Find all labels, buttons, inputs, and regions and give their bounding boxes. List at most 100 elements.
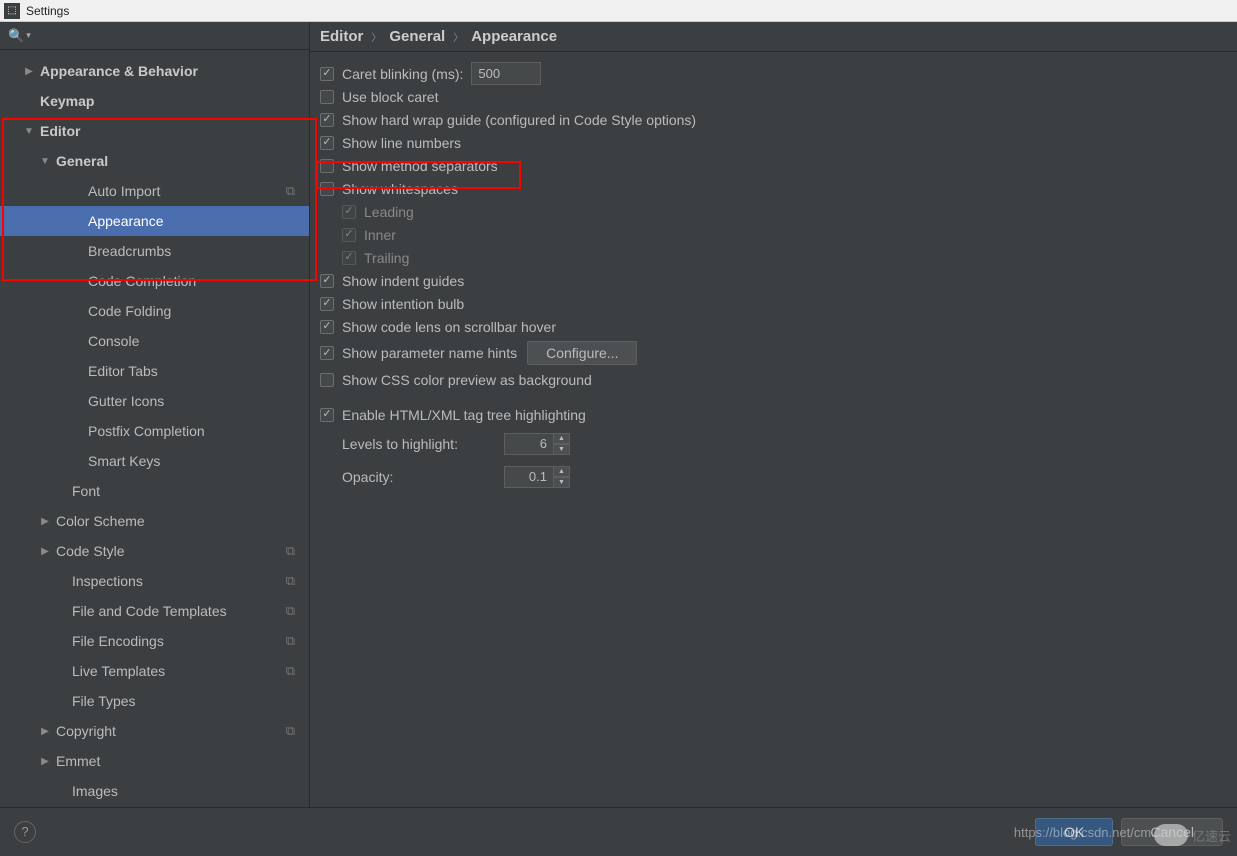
sidebar-item-code-folding[interactable]: Code Folding xyxy=(0,296,309,326)
sidebar-item-label: Appearance xyxy=(88,213,164,229)
cancel-button[interactable]: Cancel xyxy=(1121,818,1223,846)
sidebar-item-label: Live Templates xyxy=(72,663,165,679)
caret-blinking-label: Caret blinking (ms): xyxy=(342,66,463,82)
inner-checkbox[interactable] xyxy=(342,228,356,242)
sidebar-item-emmet[interactable]: Emmet xyxy=(0,746,309,776)
sidebar-item-code-style[interactable]: Code Style ⧉ xyxy=(0,536,309,566)
show-method-separators-checkbox[interactable] xyxy=(320,159,334,173)
breadcrumb-appearance: Appearance xyxy=(471,28,557,45)
sidebar-item-smart-keys[interactable]: Smart Keys xyxy=(0,446,309,476)
tag-tree-checkbox[interactable] xyxy=(320,408,334,422)
spinner-down-icon[interactable]: ▼ xyxy=(554,444,570,455)
sidebar-item-label: Editor Tabs xyxy=(88,363,158,379)
sidebar-item-label: Gutter Icons xyxy=(88,393,164,409)
sidebar-item-label: Editor xyxy=(40,123,80,139)
inner-label: Inner xyxy=(364,227,396,243)
sidebar-item-postfix-completion[interactable]: Postfix Completion xyxy=(0,416,309,446)
sidebar-item-keymap[interactable]: Keymap xyxy=(0,86,309,116)
sidebar-item-label: Smart Keys xyxy=(88,453,160,469)
sidebar-item-label: Code Folding xyxy=(88,303,171,319)
sidebar-item-editor[interactable]: Editor xyxy=(0,116,309,146)
code-lens-checkbox[interactable] xyxy=(320,320,334,334)
param-hints-label: Show parameter name hints xyxy=(342,345,517,361)
leading-checkbox[interactable] xyxy=(342,205,356,219)
sidebar-item-label: Breadcrumbs xyxy=(88,243,171,259)
show-line-numbers-checkbox[interactable] xyxy=(320,136,334,150)
tree-arrow-icon[interactable] xyxy=(40,756,50,767)
sidebar-item-appearance-behavior[interactable]: Appearance & Behavior xyxy=(0,56,309,86)
app-icon: ⬚ xyxy=(4,3,20,19)
tree-arrow-icon[interactable] xyxy=(24,66,34,77)
help-button[interactable]: ? xyxy=(14,821,36,843)
sidebar-item-editor-tabs[interactable]: Editor Tabs xyxy=(0,356,309,386)
sidebar-item-images[interactable]: Images xyxy=(0,776,309,806)
sidebar-item-label: Emmet xyxy=(56,753,100,769)
show-hard-wrap-checkbox[interactable] xyxy=(320,113,334,127)
sidebar-item-general[interactable]: General xyxy=(0,146,309,176)
sidebar-item-file-types[interactable]: File Types xyxy=(0,686,309,716)
intention-bulb-label: Show intention bulb xyxy=(342,296,464,312)
footer: ? OK Cancel xyxy=(0,807,1237,855)
trailing-label: Trailing xyxy=(364,250,409,266)
copy-icon: ⧉ xyxy=(286,633,295,649)
copy-icon: ⧉ xyxy=(286,543,295,559)
use-block-caret-label: Use block caret xyxy=(342,89,438,105)
sidebar-item-label: Code Style xyxy=(56,543,124,559)
sidebar-item-label: Font xyxy=(72,483,100,499)
indent-guides-checkbox[interactable] xyxy=(320,274,334,288)
sidebar-item-gutter-icons[interactable]: Gutter Icons xyxy=(0,386,309,416)
sidebar-item-live-templates[interactable]: Live Templates⧉ xyxy=(0,656,309,686)
spinner-up-icon[interactable]: ▲ xyxy=(554,466,570,477)
tree-arrow-icon[interactable] xyxy=(40,726,50,737)
sidebar-item-font[interactable]: Font xyxy=(0,476,309,506)
sidebar-item-breadcrumbs[interactable]: Breadcrumbs xyxy=(0,236,309,266)
use-block-caret-checkbox[interactable] xyxy=(320,90,334,104)
copy-icon: ⧉ xyxy=(286,723,295,739)
tree-arrow-icon[interactable] xyxy=(40,546,50,557)
sidebar-item-label: General xyxy=(56,153,108,169)
copy-icon: ⧉ xyxy=(286,183,295,199)
sidebar-item-code-completion[interactable]: Code Completion xyxy=(0,266,309,296)
sidebar-item-inspections[interactable]: Inspections⧉ xyxy=(0,566,309,596)
breadcrumb-editor[interactable]: Editor xyxy=(320,28,363,45)
sidebar-item-label: File Types xyxy=(72,693,136,709)
sidebar-item-copyright[interactable]: Copyright ⧉ xyxy=(0,716,309,746)
chevron-right-icon: 〉 xyxy=(371,29,381,44)
sidebar-item-label: Copyright xyxy=(56,723,116,739)
show-whitespaces-checkbox[interactable] xyxy=(320,182,334,196)
sidebar-item-auto-import[interactable]: Auto Import⧉ xyxy=(0,176,309,206)
sidebar-item-label: Appearance & Behavior xyxy=(40,63,198,79)
opacity-input[interactable] xyxy=(504,466,554,488)
search-input[interactable]: 🔍 ▾ xyxy=(0,22,309,50)
sidebar-item-label: File Encodings xyxy=(72,633,164,649)
levels-input[interactable] xyxy=(504,433,554,455)
param-hints-checkbox[interactable] xyxy=(320,346,334,360)
intention-bulb-checkbox[interactable] xyxy=(320,297,334,311)
breadcrumb: Editor 〉 General 〉 Appearance xyxy=(310,22,1237,52)
tag-tree-label: Enable HTML/XML tag tree highlighting xyxy=(342,407,586,423)
tree-arrow-icon[interactable] xyxy=(40,156,50,167)
caret-blinking-checkbox[interactable] xyxy=(320,67,334,81)
ok-button[interactable]: OK xyxy=(1035,818,1113,846)
window-title: Settings xyxy=(26,4,69,18)
sidebar-item-file-and-code-templates[interactable]: File and Code Templates⧉ xyxy=(0,596,309,626)
breadcrumb-general[interactable]: General xyxy=(389,28,445,45)
sidebar-item-file-encodings[interactable]: File Encodings ⧉ xyxy=(0,626,309,656)
css-preview-label: Show CSS color preview as background xyxy=(342,372,592,388)
sidebar-item-label: Color Scheme xyxy=(56,513,145,529)
caret-blinking-input[interactable] xyxy=(471,62,541,85)
levels-label: Levels to highlight: xyxy=(342,436,492,452)
tree-arrow-icon[interactable] xyxy=(24,126,34,137)
spinner-up-icon[interactable]: ▲ xyxy=(554,433,570,444)
sidebar-item-label: Inspections xyxy=(72,573,143,589)
tree-arrow-icon[interactable] xyxy=(40,516,50,527)
trailing-checkbox[interactable] xyxy=(342,251,356,265)
configure-button[interactable]: Configure... xyxy=(527,341,637,365)
sidebar-item-console[interactable]: Console xyxy=(0,326,309,356)
sidebar-item-color-scheme[interactable]: Color Scheme xyxy=(0,506,309,536)
show-line-numbers-label: Show line numbers xyxy=(342,135,461,151)
sidebar-item-label: Postfix Completion xyxy=(88,423,205,439)
css-preview-checkbox[interactable] xyxy=(320,373,334,387)
spinner-down-icon[interactable]: ▼ xyxy=(554,477,570,488)
sidebar-item-appearance[interactable]: Appearance xyxy=(0,206,309,236)
